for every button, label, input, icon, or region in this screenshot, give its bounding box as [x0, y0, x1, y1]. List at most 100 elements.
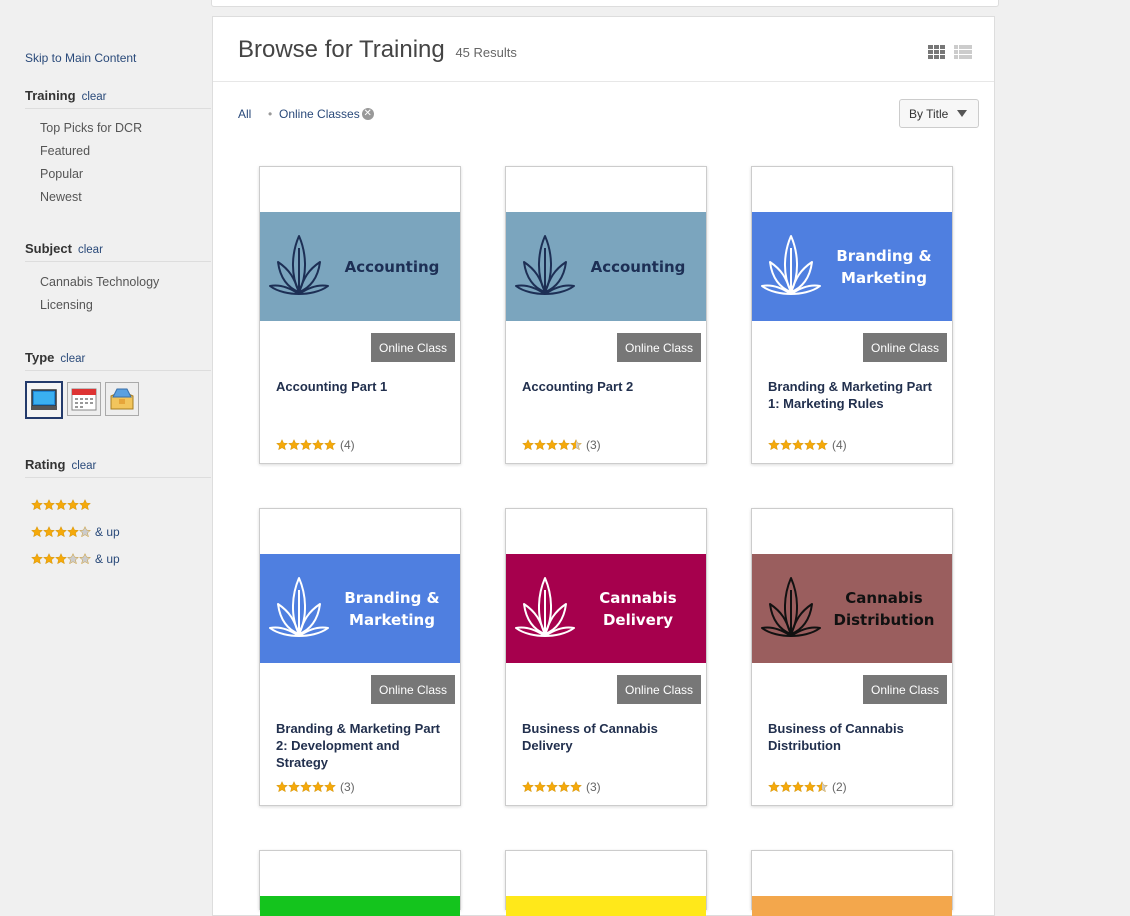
title-text: Browse for Training — [238, 36, 445, 63]
star-empty-icon — [67, 552, 79, 564]
star-full-icon — [780, 439, 792, 451]
skip-to-content-link[interactable]: Skip to Main Content — [25, 51, 136, 65]
clear-type-link[interactable]: clear — [60, 353, 85, 365]
cannabis-leaf-icon — [761, 234, 821, 295]
course-thumbnail[interactable]: Cannabis Distribution — [752, 554, 952, 663]
active-filter: Online Classes ✕ — [279, 107, 374, 121]
star-full-icon — [300, 781, 312, 793]
rating-options: & up & up — [25, 491, 211, 572]
facet-label: Training — [25, 88, 76, 103]
rating-count: (3) — [340, 780, 355, 794]
star-rating — [768, 781, 828, 793]
filter-bar: All • Online Classes ✕ By Title — [238, 99, 979, 129]
star-empty-icon — [79, 552, 91, 564]
clear-subject-link[interactable]: clear — [78, 244, 103, 256]
rating-option-5[interactable] — [31, 491, 211, 518]
separator-dot: • — [268, 107, 273, 121]
course-card[interactable] — [505, 850, 707, 916]
star-full-icon — [79, 498, 91, 510]
facet-item-cannabis-technology[interactable]: Cannabis Technology — [40, 271, 211, 294]
clear-training-link[interactable]: clear — [82, 91, 107, 103]
course-title[interactable]: Business of Cannabis Distribution — [768, 720, 943, 754]
star-full-icon — [534, 781, 546, 793]
course-card[interactable]: Accounting Online Class Accounting Part 1 (… — [259, 166, 461, 464]
course-title[interactable]: Accounting Part 2 — [522, 378, 697, 395]
remove-filter-icon[interactable]: ✕ — [361, 108, 374, 120]
course-card[interactable] — [259, 850, 461, 916]
course-title[interactable]: Branding & Marketing Part 2: Development… — [276, 720, 451, 771]
calendar-icon — [71, 388, 97, 411]
course-title[interactable]: Branding & Marketing Part 1: Marketing R… — [768, 378, 943, 412]
star-full-icon — [43, 498, 55, 510]
course-thumbnail[interactable] — [752, 896, 952, 916]
course-card[interactable]: Accounting Online Class Accounting Part 2 (… — [505, 166, 707, 464]
star-rating — [31, 525, 91, 538]
rating-count: (2) — [832, 780, 847, 794]
course-rating: (4) — [276, 438, 355, 452]
computer-icon — [31, 389, 57, 410]
rating-count: (4) — [340, 438, 355, 452]
rating-option-3[interactable]: & up — [31, 545, 211, 572]
course-card[interactable]: Cannabis Distribution Online Class Busines… — [751, 508, 953, 806]
star-full-icon — [804, 781, 816, 793]
facet-item-newest[interactable]: Newest — [40, 186, 211, 209]
star-empty-icon — [79, 525, 91, 537]
thumbnail-text: Cannabis Distribution — [833, 588, 935, 629]
rating-count: (3) — [586, 780, 601, 794]
course-thumbnail[interactable]: Branding & Marketing — [752, 212, 952, 321]
course-card[interactable]: Branding & Marketing Online Class Branding… — [751, 166, 953, 464]
course-card[interactable] — [751, 850, 953, 916]
star-full-icon — [67, 525, 79, 537]
rating-count: (3) — [586, 438, 601, 452]
course-card[interactable]: Cannabis Delivery Online Class Business of… — [505, 508, 707, 806]
type-event-button[interactable] — [67, 382, 101, 416]
course-thumbnail[interactable] — [506, 896, 706, 916]
star-rating — [522, 781, 582, 793]
caret-down-icon — [957, 110, 967, 117]
star-rating — [276, 781, 336, 793]
type-badge: Online Class — [371, 675, 455, 704]
facet-subject: Subject clear Cannabis Technology Licensi… — [25, 241, 211, 317]
facet-label: Type — [25, 350, 55, 365]
facet-item-licensing[interactable]: Licensing — [40, 294, 211, 317]
sort-dropdown[interactable]: By Title — [899, 99, 979, 128]
course-card[interactable]: Branding & Marketing Online Class Branding… — [259, 508, 461, 806]
type-badge: Online Class — [617, 333, 701, 362]
facet-header: Subject clear — [25, 241, 211, 262]
facet-header: Type clear — [25, 350, 211, 371]
star-half-icon — [570, 439, 582, 451]
course-thumbnail[interactable]: Accounting — [260, 212, 460, 321]
star-half-icon — [816, 781, 828, 793]
facet-item-featured[interactable]: Featured — [40, 140, 211, 163]
star-full-icon — [792, 781, 804, 793]
course-thumbnail[interactable] — [260, 896, 460, 916]
type-package-button[interactable] — [105, 382, 139, 416]
star-full-icon — [768, 439, 780, 451]
course-thumbnail[interactable]: Accounting — [506, 212, 706, 321]
rating-option-4[interactable]: & up — [31, 518, 211, 545]
thumbnail-text: Branding & Marketing — [344, 588, 440, 629]
star-full-icon — [31, 498, 43, 510]
star-full-icon — [558, 439, 570, 451]
type-online-button[interactable] — [25, 381, 63, 419]
star-full-icon — [522, 781, 534, 793]
thumbnail-text: Accounting — [590, 257, 686, 276]
filter-all-link[interactable]: All — [238, 107, 251, 121]
sort-label: By Title — [909, 106, 949, 121]
course-title[interactable]: Accounting Part 1 — [276, 378, 451, 395]
star-full-icon — [43, 552, 55, 564]
header: Browse for Training 45 Results — [213, 17, 994, 82]
facet-rating: Rating clear & up & up — [25, 457, 211, 572]
course-title[interactable]: Business of Cannabis Delivery — [522, 720, 697, 754]
facet-item-popular[interactable]: Popular — [40, 163, 211, 186]
clear-rating-link[interactable]: clear — [71, 460, 96, 472]
cannabis-leaf-icon — [761, 576, 821, 637]
course-rating: (3) — [522, 780, 601, 794]
list-view-icon[interactable] — [954, 45, 972, 59]
star-full-icon — [324, 781, 336, 793]
grid-view-icon[interactable] — [928, 45, 946, 59]
course-thumbnail[interactable]: Cannabis Delivery — [506, 554, 706, 663]
facet-item-top-picks[interactable]: Top Picks for DCR — [40, 117, 211, 140]
type-badge: Online Class — [863, 675, 947, 704]
course-thumbnail[interactable]: Branding & Marketing — [260, 554, 460, 663]
